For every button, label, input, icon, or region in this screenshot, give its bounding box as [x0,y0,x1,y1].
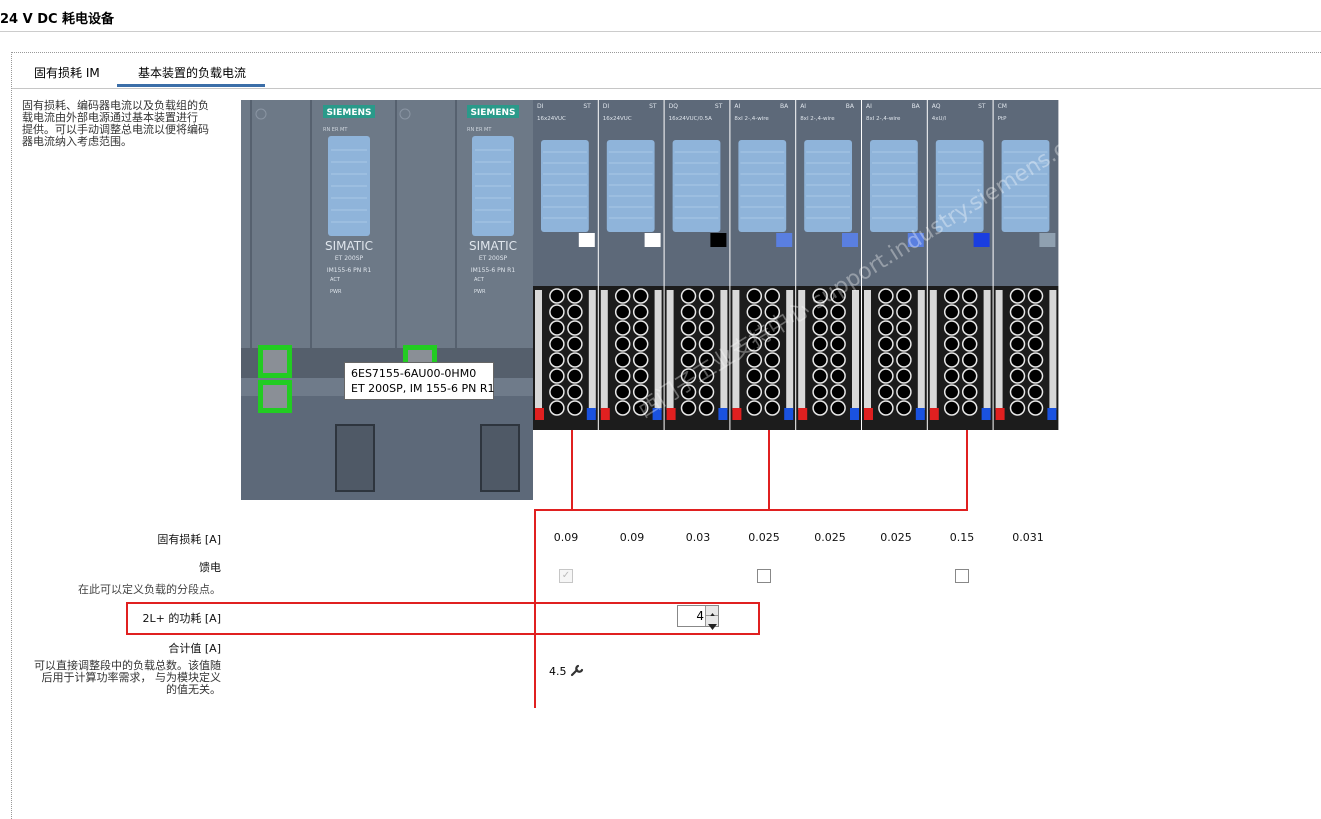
intro-line: 器电流纳入考虑范围。 [22,135,132,148]
total-value: 4.5 [549,664,584,678]
module-desc: PtP [998,116,1007,122]
module-desc: 16x24VUC/0.5A [669,116,712,122]
module-desc: 8xI 2-,4-wire [800,116,835,122]
port-led-labels: RN ER MT [467,127,492,133]
io-module-2[interactable]: DI ST 16x24VUC [598,100,664,430]
port-led-labels: RN ER MT [323,127,348,133]
bus-connector [335,424,375,492]
module-tooltip: 6ES7155-6AU00-0HM0 ET 200SP, IM 155-6 PN… [344,362,494,400]
module-status-led [710,233,727,247]
siemens-logo-text: SIEMENS [470,108,515,118]
io-module-7[interactable]: AQ ST 4xU/I [927,100,993,430]
module-status: BA [846,103,855,110]
module-type: DI [537,103,544,110]
total-desc-line: 的值无关。 [166,683,221,696]
total-description: 可以直接调整段中的负载总数。该值随 后用于计算功率需求， 与为模块定义 的值无关… [20,660,221,696]
module-type: DI [603,103,610,110]
feed-label: 馈电 [199,561,221,574]
led-label: PWR [330,289,342,295]
model-label: IM155-6 PN R1 [471,267,515,274]
led-label: ACT [330,277,341,283]
led-label: ACT [474,277,485,283]
feed-hint: 在此可以定义负载的分段点。 [78,583,221,596]
power-2l-highlight [126,602,760,635]
wrench-icon[interactable] [570,664,584,678]
module-type: AQ [932,103,941,110]
family-label: ET 200SP [479,255,508,262]
io-module-1[interactable]: DI ST 16x24VUC [533,100,598,430]
inherent-loss-value: 0.09 [619,531,645,544]
io-module-4[interactable]: AI BA 8xI 2-,4-wire [730,100,796,430]
tab-base-load-current[interactable]: 基本装置的负载电流 [138,64,246,81]
model-label: IM155-6 PN R1 [327,267,371,274]
inherent-loss-value: 0.03 [685,531,711,544]
feed-checkbox-module-1[interactable]: ✓ [559,569,573,583]
siemens-logo-text: SIEMENS [326,108,371,118]
module-status-led [1039,233,1056,247]
feed-checkbox-module-7[interactable] [955,569,969,583]
module-status-led [644,233,661,247]
inherent-loss-label: 固有损耗 [A] [157,533,221,546]
inherent-loss-value: 0.031 [1012,531,1044,544]
inherent-loss-value: 0.025 [748,531,780,544]
module-status: ST [978,103,986,110]
module-status-led [578,233,595,247]
led-label: PWR [474,289,486,295]
power-2l-spinner[interactable]: 4 [677,605,719,630]
module-desc: 16x24VUC [603,116,632,122]
spin-down-icon[interactable] [705,616,718,630]
module-type: AI [734,103,740,110]
inherent-loss-value: 0.15 [949,531,975,544]
module-desc: 4xU/I [932,116,947,122]
power-2l-label: 2L+ 的功耗 [A] [142,612,221,625]
module-status: ST [715,103,723,110]
spin-up-icon[interactable] [705,606,718,619]
total-label: 合计值 [A] [168,642,221,655]
simatic-label: SIMATIC [469,239,517,253]
inherent-loss-value: 0.025 [814,531,846,544]
module-type: AI [866,103,872,110]
simatic-label: SIMATIC [325,239,373,253]
hardware-rack-image: SIEMENS SIEMENS RN ER MT RN ER MT SIMATI… [241,100,1060,500]
module-status-led [973,233,990,247]
module-status: BA [912,103,921,110]
module-desc: 16x24VUC [537,116,566,122]
module-status-led [842,233,858,247]
tooltip-part-number: 6ES7155-6AU00-0HM0 [351,367,477,380]
feed-checkbox-module-4[interactable] [757,569,771,583]
tab-inherent-loss-im[interactable]: 固有损耗 IM [34,64,100,81]
module-type: DQ [669,103,679,110]
active-tab-indicator [117,84,265,87]
title-divider [0,31,1321,32]
module-desc: 8xI 2-,4-wire [866,116,901,122]
tooltip-module-name: ET 200SP, IM 155-6 PN R1 [351,382,495,395]
page-title: 24 V DC 耗电设备 [0,12,115,27]
power-2l-value[interactable]: 4 [678,606,704,626]
family-label: ET 200SP [335,255,364,262]
inherent-loss-value: 0.025 [880,531,912,544]
root: 24 V DC 耗电设备 固有损耗 IM 基本装置的负载电流 固有损耗、编码器电… [0,0,1321,819]
bus-connector [480,424,520,492]
module-status: ST [649,103,657,110]
inherent-loss-value: 0.09 [553,531,579,544]
module-status: BA [780,103,789,110]
tab-divider [12,88,1321,89]
module-desc: 8xI 2-,4-wire [734,116,769,122]
module-type: CM [998,103,1007,110]
total-value-text: 4.5 [549,665,567,678]
module-type: AI [800,103,806,110]
module-status: ST [583,103,591,110]
intro-description: 固有损耗、编码器电流以及负载组的负 载电流由外部电源通过基本装置进行 提供。可以… [22,100,232,148]
module-status-led [776,233,793,247]
